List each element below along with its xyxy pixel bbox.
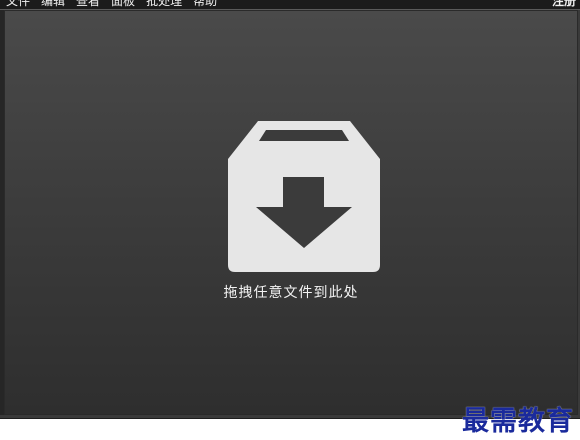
workspace: 拖拽任意文件到此处: [4, 10, 578, 415]
menu-edit[interactable]: 编辑: [41, 0, 65, 8]
menu-view[interactable]: 查看: [76, 0, 100, 8]
register-link[interactable]: 注册: [552, 0, 576, 8]
file-drop-zone[interactable]: 拖拽任意文件到此处: [4, 10, 578, 415]
menu-help[interactable]: 帮助: [193, 0, 217, 8]
menu-panel[interactable]: 面板: [111, 0, 135, 8]
drop-box-download-icon: [228, 121, 380, 277]
drop-instruction-text: 拖拽任意文件到此处: [223, 285, 359, 301]
menu-batch[interactable]: 批处理: [146, 0, 182, 8]
menu-items: 文件 编辑 查看 面板 批处理 帮助: [6, 0, 217, 8]
watermark-logo: 最需教育: [462, 406, 574, 437]
app-window: 文件 编辑 查看 面板 批处理 帮助 注册 拖拽任意文件到此处: [0, 0, 580, 419]
menu-file[interactable]: 文件: [6, 0, 30, 8]
menu-bar: 文件 编辑 查看 面板 批处理 帮助 注册: [0, 0, 580, 10]
